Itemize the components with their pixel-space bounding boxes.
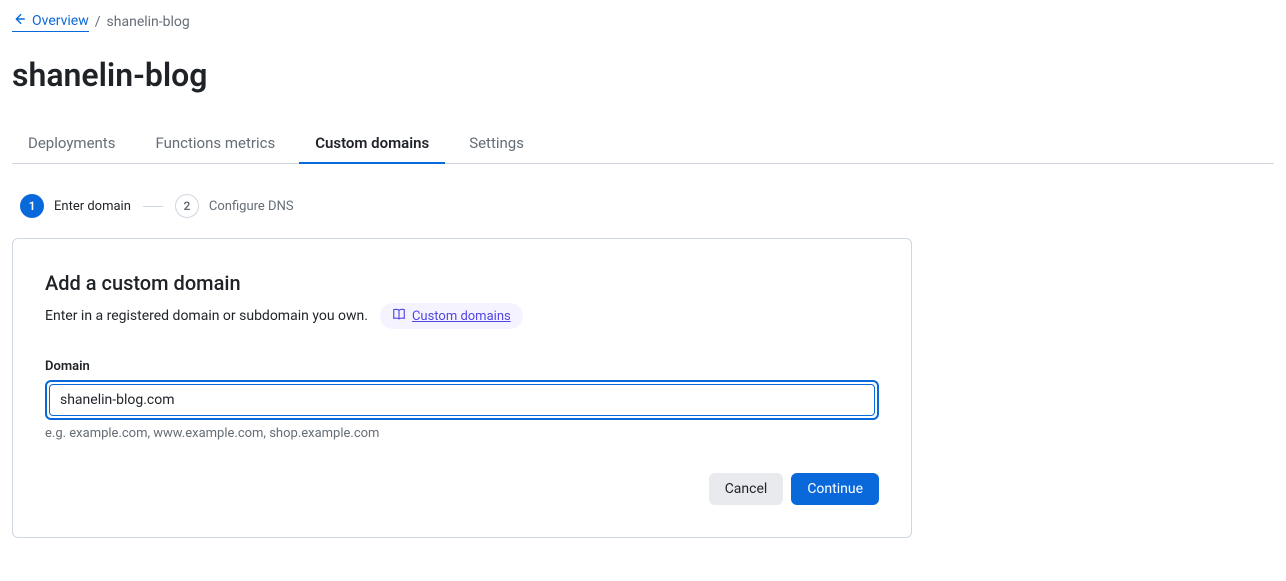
- page-title: shanelin-blog: [12, 56, 1274, 94]
- tab-settings[interactable]: Settings: [453, 124, 540, 164]
- step-label-1: Enter domain: [54, 199, 131, 214]
- custom-domains-help-link[interactable]: Custom domains: [380, 303, 523, 329]
- breadcrumb: Overview / shanelin-blog: [12, 12, 1274, 32]
- add-domain-card: Add a custom domain Enter in a registere…: [12, 238, 912, 538]
- breadcrumb-separator: /: [95, 14, 101, 30]
- card-subtitle-row: Enter in a registered domain or subdomai…: [45, 303, 879, 329]
- stepper: 1 Enter domain 2 Configure DNS: [20, 194, 1274, 218]
- card-title: Add a custom domain: [45, 271, 879, 295]
- arrow-left-icon: [12, 12, 26, 30]
- domain-input[interactable]: [49, 384, 875, 416]
- step-label-2: Configure DNS: [209, 199, 294, 214]
- cancel-button[interactable]: Cancel: [709, 473, 784, 505]
- breadcrumb-back-link[interactable]: Overview: [12, 12, 89, 32]
- step-enter-domain: 1 Enter domain: [20, 194, 131, 218]
- help-link-label: Custom domains: [412, 309, 511, 324]
- step-number-1: 1: [20, 194, 44, 218]
- card-subtitle: Enter in a registered domain or subdomai…: [45, 308, 368, 324]
- card-actions: Cancel Continue: [45, 473, 879, 505]
- breadcrumb-back-label: Overview: [32, 13, 89, 29]
- tabs: Deployments Functions metrics Custom dom…: [12, 124, 1274, 164]
- step-configure-dns: 2 Configure DNS: [175, 194, 294, 218]
- step-number-2: 2: [175, 194, 199, 218]
- domain-field-label: Domain: [45, 359, 879, 374]
- breadcrumb-current: shanelin-blog: [107, 14, 190, 30]
- continue-button[interactable]: Continue: [791, 473, 879, 505]
- domain-help-text: e.g. example.com, www.example.com, shop.…: [45, 426, 879, 441]
- tab-deployments[interactable]: Deployments: [12, 124, 131, 164]
- book-icon: [392, 307, 406, 325]
- domain-input-wrapper: [45, 380, 879, 420]
- tab-custom-domains[interactable]: Custom domains: [299, 124, 445, 164]
- tab-functions-metrics[interactable]: Functions metrics: [139, 124, 291, 164]
- step-connector: [143, 206, 163, 207]
